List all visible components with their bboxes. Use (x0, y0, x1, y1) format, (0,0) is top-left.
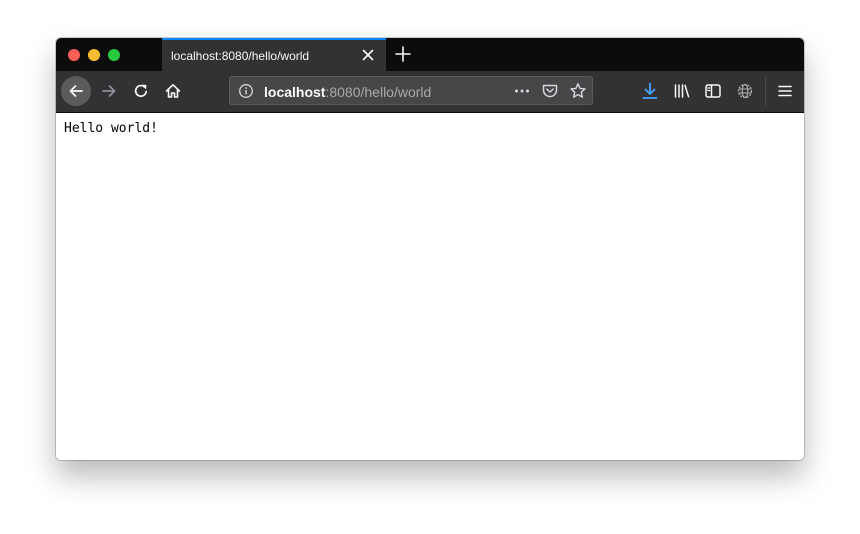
url-host: localhost (264, 84, 326, 100)
tab-title: localhost:8080/hello/world (171, 49, 310, 63)
window-minimize-button[interactable] (88, 49, 100, 61)
url-text[interactable]: localhost:8080/hello/world (264, 84, 431, 100)
navigation-toolbar: localhost:8080/hello/world (56, 71, 804, 113)
url-path: :8080/hello/world (325, 84, 432, 100)
new-tab-plus-icon[interactable] (394, 45, 412, 63)
page-content: Hello world! (56, 113, 804, 460)
page-body-text: Hello world! (64, 121, 158, 136)
address-bar[interactable]: localhost:8080/hello/world (229, 76, 593, 105)
hamburger-menu-icon[interactable] (775, 81, 795, 101)
home-icon (164, 82, 182, 100)
pocket-icon[interactable] (541, 82, 559, 100)
arrow-right-icon (100, 82, 118, 100)
info-icon[interactable] (238, 83, 254, 99)
reload-icon (132, 82, 150, 100)
download-icon[interactable] (640, 81, 660, 101)
star-icon[interactable] (569, 82, 587, 100)
sidebar-icon[interactable] (703, 81, 723, 101)
world-icon[interactable] (735, 81, 755, 101)
close-icon[interactable] (360, 47, 376, 63)
library-icon[interactable] (672, 81, 692, 101)
toolbar-divider (765, 77, 766, 106)
window-close-button[interactable] (68, 49, 80, 61)
forward-button[interactable] (95, 77, 123, 105)
browser-window: localhost:8080/hello/world localhost:808… (56, 38, 804, 460)
reload-button[interactable] (127, 77, 155, 105)
back-button[interactable] (61, 76, 91, 106)
more-icon[interactable] (513, 82, 531, 100)
tab-active[interactable]: localhost:8080/hello/world (162, 38, 386, 71)
home-button[interactable] (159, 77, 187, 105)
arrow-left-icon (67, 82, 85, 100)
window-maximize-button[interactable] (108, 49, 120, 61)
title-bar: localhost:8080/hello/world (56, 38, 804, 71)
